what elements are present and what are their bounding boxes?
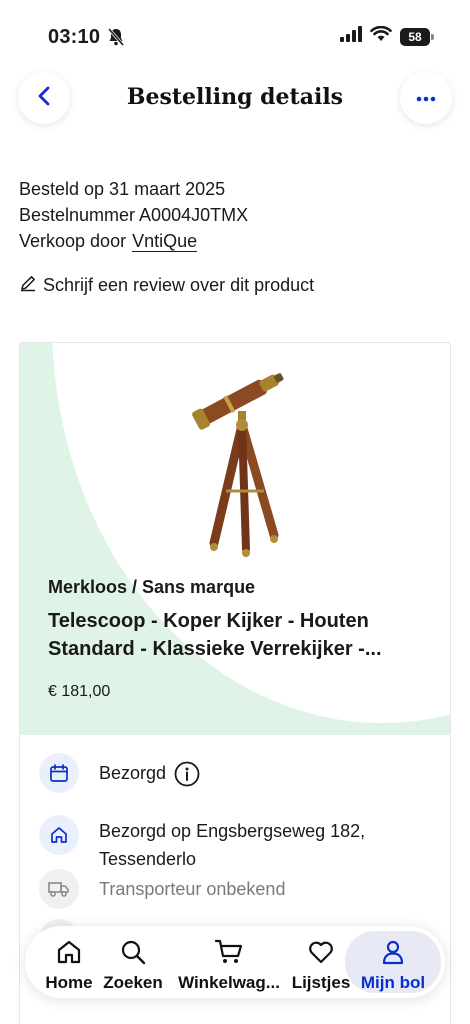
- product-image: [170, 363, 320, 563]
- nav-search[interactable]: Zoeken: [101, 926, 165, 998]
- bell-muted-icon: [107, 28, 125, 51]
- carrier-status: Transporteur onbekend: [99, 879, 286, 899]
- more-options-button[interactable]: [400, 72, 452, 124]
- nav-cart[interactable]: Winkelwag...: [173, 926, 285, 998]
- nav-home-label: Home: [45, 973, 93, 992]
- nav-my-bol[interactable]: Mijn bol: [345, 931, 441, 993]
- heart-icon: [307, 938, 335, 971]
- info-icon[interactable]: [174, 761, 200, 787]
- status-bar: 03:10 58: [0, 0, 470, 70]
- house-icon: [39, 815, 79, 855]
- write-review-link[interactable]: Schrijf een review over dit product: [19, 274, 314, 297]
- calendar-icon: [39, 753, 79, 793]
- pencil-icon: [19, 274, 37, 297]
- carrier-row: Transporteur onbekend: [39, 869, 285, 909]
- seller-line: Verkoop door VntiQue: [19, 228, 248, 254]
- nav-home[interactable]: Home: [31, 926, 107, 998]
- home-icon: [55, 938, 83, 971]
- delivered-status: Bezorgd: [99, 763, 167, 783]
- nav-lists-label: Lijstjes: [291, 973, 351, 992]
- delivered-row: Bezorgd: [39, 753, 200, 793]
- nav-search-label: Zoeken: [103, 973, 163, 992]
- nav-my-bol-label: Mijn bol: [360, 973, 426, 992]
- user-icon: [379, 938, 407, 971]
- bottom-navigation: Home Zoeken Winkelwag... Lijstjes Mijn b…: [25, 926, 445, 998]
- more-dots-icon: [416, 89, 436, 107]
- product-card[interactable]: Merkloos / Sans marque Telescoop - Koper…: [19, 342, 451, 736]
- seller-link[interactable]: VntiQue: [132, 231, 198, 252]
- nav-lists[interactable]: Lijstjes: [289, 926, 353, 998]
- product-brand: Merkloos / Sans marque: [48, 577, 256, 597]
- order-number: Bestelnummer A0004J0TMX: [19, 205, 249, 225]
- address-row: Bezorgd op Engsbergseweg 182, Tessenderl…: [39, 811, 409, 873]
- signal-icon: [340, 26, 362, 47]
- status-time: 03:10: [48, 26, 101, 48]
- header: Bestelling details: [0, 72, 470, 124]
- battery-icon: 58: [400, 27, 434, 46]
- order-info: Besteld op 31 maart 2025 Bestelnummer A0…: [19, 176, 248, 254]
- truck-icon: [39, 869, 79, 909]
- cart-icon: [214, 938, 244, 971]
- order-date: Besteld op 31 maart 2025: [19, 179, 226, 199]
- sold-by-label: Verkoop door: [19, 231, 127, 251]
- write-review-label: Schrijf een review over dit product: [43, 275, 315, 295]
- delivery-address: Bezorgd op Engsbergseweg 182, Tessenderl…: [99, 821, 366, 869]
- product-name: Telescoop - Koper Kijker - Houten Standa…: [48, 610, 382, 660]
- nav-cart-label: Winkelwag...: [178, 973, 280, 992]
- search-icon: [119, 938, 147, 971]
- wifi-icon: [370, 25, 392, 47]
- product-price: € 181,00: [48, 683, 111, 700]
